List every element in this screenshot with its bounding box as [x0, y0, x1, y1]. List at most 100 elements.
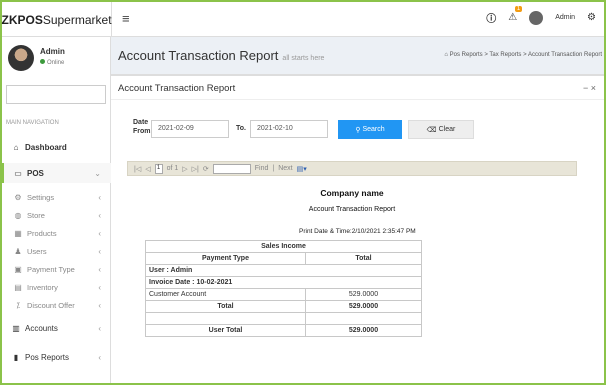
col-total: Total [305, 252, 422, 265]
next-page-icon[interactable]: ▷ [182, 165, 187, 173]
sidebar-item-products[interactable]: ▦ Products ‹ [2, 223, 111, 243]
search-icon: ⚲ [355, 126, 361, 134]
main-navigation-label: MAIN NAVIGATION [6, 120, 59, 126]
chevron-left-icon: ‹ [98, 323, 101, 333]
table-row: Total 529.0000 [145, 300, 422, 313]
box-title: Account Transaction Report [118, 83, 236, 94]
breadcrumb: ⌂ Pos Reports > Tax Reports > Account Tr… [444, 52, 602, 58]
search-button-label: Search [362, 126, 385, 133]
box-tools[interactable]: − × [583, 83, 596, 93]
notification-icon[interactable]: ⚠ 1 [508, 6, 523, 23]
sidebar-item-label: POS [27, 168, 44, 178]
gear-icon: ⚙ [14, 192, 22, 202]
report-viewer-toolbar: |◁ ◁ 1 of 1 ▷ ▷| ⟳ Find | Next ▤▾ [127, 161, 577, 176]
table-row: Payment Type Total [145, 252, 422, 265]
sidebar-item-accounts[interactable]: ▥ Accounts ‹ [2, 318, 111, 338]
sidebar-item-payment-type[interactable]: ▣ Payment Type ‹ [2, 259, 111, 279]
content-header: Account Transaction Report all starts her… [111, 37, 604, 72]
refresh-icon[interactable]: ⟳ [203, 165, 209, 173]
sidebar-item-users[interactable]: ♟ Users ‹ [2, 241, 111, 261]
report-company: Company name [320, 188, 384, 198]
page-title-text: Account Transaction Report [118, 48, 279, 63]
sidebar-item-settings[interactable]: ⚙ Settings ‹ [2, 187, 111, 207]
brand-logo[interactable]: ZKPOS Supermarket [1, 2, 112, 37]
prev-page-icon[interactable]: ◁ [145, 165, 150, 173]
chevron-down-icon: ⌄ [94, 168, 101, 178]
reports-icon: ▮ [13, 352, 19, 362]
eraser-icon: ⌫ [426, 126, 437, 134]
page-subtitle: all starts here [282, 55, 325, 62]
subtotal-value: 529.0000 [305, 300, 422, 313]
export-icon[interactable]: ▤▾ [297, 165, 307, 173]
users-icon: ♟ [14, 246, 22, 256]
date-from-input[interactable]: 2021-02-09 [151, 120, 229, 138]
date-to-input[interactable]: 2021-02-10 [250, 120, 328, 138]
accounts-icon: ▥ [12, 323, 20, 333]
row-payment-value: 529.0000 [305, 288, 422, 301]
sidebar-item-label: Accounts [25, 323, 58, 333]
menu-toggle-icon[interactable]: ≡ [122, 11, 130, 26]
clear-button-label: Clear [438, 126, 456, 133]
breadcrumb-tax-reports[interactable]: Tax Reports [489, 52, 521, 58]
clear-button[interactable]: ⌫ Clear [408, 120, 474, 139]
find-next-link[interactable]: Next [278, 165, 292, 172]
chevron-left-icon: ‹ [98, 282, 101, 292]
first-page-icon[interactable]: |◁ [134, 165, 141, 173]
user-avatar-small[interactable] [529, 10, 544, 25]
last-page-icon[interactable]: ▷| [192, 165, 199, 173]
user-status: Online [40, 59, 64, 66]
user-panel-name: Admin [40, 47, 65, 56]
sidebar-item-dashboard[interactable]: ⌂ Dashboard [2, 137, 111, 157]
chevron-left-icon: ‹ [98, 300, 101, 310]
settings-gear-icon[interactable]: ⚙ [587, 12, 596, 23]
sidebar-search-input[interactable] [6, 85, 106, 104]
sidebar-item-label: Store [27, 210, 45, 220]
toolbar-separator: | [272, 165, 275, 172]
breadcrumb-current: Account Transaction Report [527, 52, 602, 58]
sidebar-item-discount-offer[interactable]: ⁒ Discount Offer ‹ [2, 295, 111, 315]
invoice-line: Invoice Date : 10-02-2021 [145, 276, 422, 289]
sidebar-item-pos[interactable]: ▭ POS ⌄ [2, 163, 111, 183]
sidebar-item-pos-reports[interactable]: ▮ Pos Reports ‹ [2, 347, 111, 367]
sidebar-item-inventory[interactable]: ▤ Inventory ‹ [2, 277, 111, 297]
store-icon: ◍ [14, 210, 22, 220]
page-number-input[interactable]: 1 [154, 163, 163, 174]
user-panel: Admin Online [8, 45, 108, 85]
user-total-label: User Total [145, 324, 306, 337]
subtotal-label: Total [145, 300, 306, 313]
info-icon[interactable]: ⓘ [486, 10, 496, 25]
table-row: Sales Income [145, 240, 422, 253]
avatar [8, 45, 34, 71]
section-header: Sales Income [145, 240, 422, 253]
notification-badge: 1 [514, 6, 523, 12]
discount-icon: ⁒ [16, 300, 20, 310]
payment-icon: ▣ [14, 264, 22, 274]
table-row: User : Admin [145, 264, 422, 277]
sidebar-item-label: Users [27, 246, 47, 256]
chevron-left-icon: ‹ [98, 192, 101, 202]
sidebar-item-label: Products [27, 228, 57, 238]
chevron-left-icon: ‹ [98, 210, 101, 220]
print-datetime: Print Date & Time:2/10/2021 2:35:47 PM [299, 228, 416, 235]
top-navbar: ZKPOS Supermarket ≡ ⓘ ⚠ 1 Admin ⚙ [1, 2, 604, 37]
find-input[interactable] [212, 163, 251, 174]
report-title: Account Transaction Report [308, 206, 396, 213]
topbar-user-name[interactable]: Admin [555, 14, 575, 21]
sidebar-item-label: Discount Offer [27, 300, 75, 310]
dashboard-icon: ⌂ [13, 142, 19, 152]
sidebar-item-store[interactable]: ◍ Store ‹ [2, 205, 111, 225]
box-header: Account Transaction Report − × [111, 76, 604, 100]
row-payment-name: Customer Account [145, 288, 306, 301]
report-box: Account Transaction Report − × Date From… [111, 74, 604, 383]
table-row: Customer Account 529.0000 [145, 288, 422, 301]
find-link[interactable]: Find [255, 165, 269, 172]
page-count: of 1 [166, 165, 179, 172]
home-icon: ⌂ [444, 52, 448, 58]
user-status-text: Online [47, 60, 65, 66]
search-button[interactable]: ⚲ Search [338, 120, 402, 139]
chevron-left-icon: ‹ [98, 264, 101, 274]
table-row: User Total 529.0000 [145, 324, 422, 337]
sidebar-item-label: Inventory [27, 282, 58, 292]
breadcrumb-pos-reports[interactable]: Pos Reports [450, 52, 483, 58]
table-row [145, 312, 422, 325]
